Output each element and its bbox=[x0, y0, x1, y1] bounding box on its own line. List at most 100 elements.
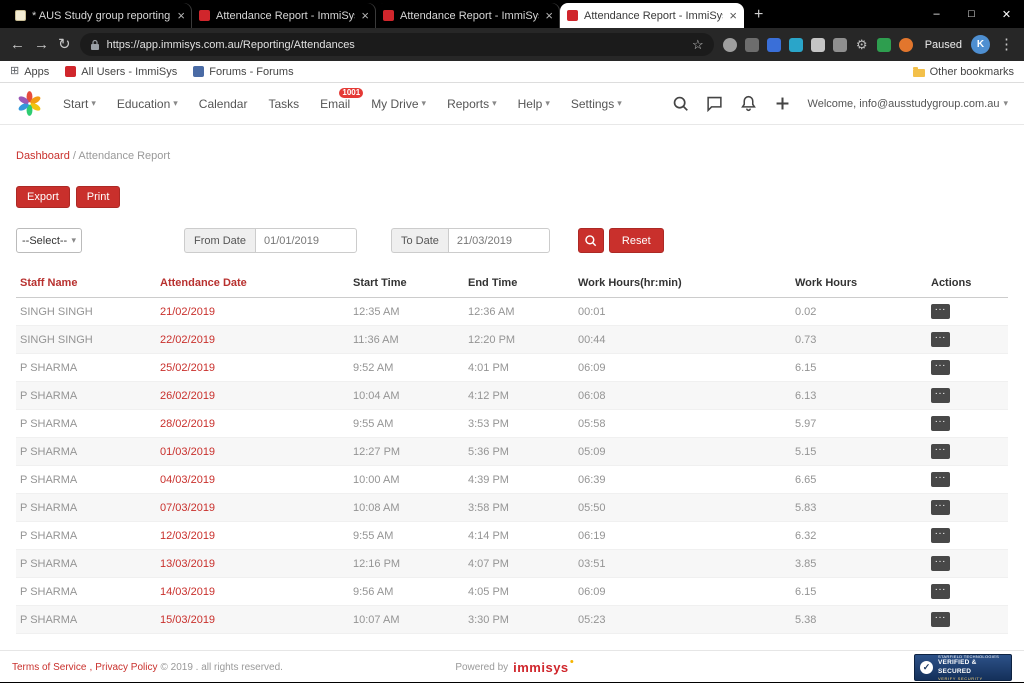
nav-item-label: Email bbox=[320, 97, 350, 111]
reload-icon[interactable]: ↻ bbox=[58, 37, 71, 52]
site-header: Start▾ Education▾ Calendar Tasks Email1001 My… bbox=[0, 83, 1024, 125]
browser-toolbar: ← → ↻ https://app.immisys.com.au/Reporti… bbox=[0, 28, 1024, 61]
nav-item-email[interactable]: Email1001 bbox=[320, 97, 350, 111]
kebab-menu-icon[interactable]: ⋮ bbox=[999, 37, 1014, 52]
cell-attendance-date[interactable]: 14/03/2019 bbox=[156, 578, 349, 606]
browser-window: * AUS Study group reporting tha...×Atten… bbox=[0, 0, 1024, 683]
cell-end-time: 4:01 PM bbox=[464, 354, 574, 382]
extension-icon[interactable] bbox=[745, 38, 759, 52]
row-actions-button[interactable]: ... bbox=[931, 584, 950, 599]
cell-attendance-date[interactable]: 13/03/2019 bbox=[156, 550, 349, 578]
other-bookmarks-label: Other bookmarks bbox=[930, 66, 1014, 78]
row-actions-button[interactable]: ... bbox=[931, 304, 950, 319]
extension-icon[interactable] bbox=[723, 38, 737, 52]
cell-attendance-date[interactable]: 22/02/2019 bbox=[156, 326, 349, 354]
browser-tab[interactable]: Attendance Report - ImmiSys× bbox=[376, 3, 560, 28]
cell-attendance-date[interactable]: 12/03/2019 bbox=[156, 522, 349, 550]
browser-tab[interactable]: Attendance Report - ImmiSys× bbox=[192, 3, 376, 28]
breadcrumb-dashboard-link[interactable]: Dashboard bbox=[16, 150, 70, 162]
apps-grid-icon: ⊞ bbox=[10, 66, 19, 77]
immisys-logo-icon[interactable] bbox=[16, 90, 43, 117]
bell-icon[interactable] bbox=[740, 95, 757, 112]
extension-icon[interactable] bbox=[811, 38, 825, 52]
nav-item-calendar[interactable]: Calendar bbox=[199, 97, 248, 111]
export-button[interactable]: Export bbox=[16, 186, 70, 208]
column-header-staff-name[interactable]: Staff Name bbox=[16, 271, 156, 298]
row-actions-button[interactable]: ... bbox=[931, 332, 950, 347]
tab-close-icon[interactable]: × bbox=[361, 8, 369, 23]
close-button[interactable]: ✕ bbox=[989, 0, 1024, 28]
chat-icon[interactable] bbox=[706, 95, 723, 112]
nav-item-education[interactable]: Education▾ bbox=[117, 97, 178, 111]
cell-staff-name: P SHARMA bbox=[16, 606, 156, 634]
new-tab-button[interactable]: + bbox=[754, 7, 763, 23]
browser-tab[interactable]: Attendance Report - ImmiSys× bbox=[560, 3, 744, 28]
cell-attendance-date[interactable]: 01/03/2019 bbox=[156, 438, 349, 466]
nav-item-my-drive[interactable]: My Drive▾ bbox=[371, 97, 426, 111]
staff-select[interactable]: --Select-- ▾ bbox=[16, 228, 82, 253]
print-button[interactable]: Print bbox=[76, 186, 121, 208]
back-icon[interactable]: ← bbox=[10, 37, 25, 52]
nav-item-reports[interactable]: Reports▾ bbox=[447, 97, 497, 111]
column-header-attendance-date[interactable]: Attendance Date bbox=[156, 271, 349, 298]
bookmark-item[interactable]: All Users - ImmiSys bbox=[65, 66, 177, 78]
url-text[interactable]: https://app.immisys.com.au/Reporting/Att… bbox=[107, 39, 685, 51]
table-row: P SHARMA07/03/201910:08 AM3:58 PM05:505.… bbox=[16, 494, 1008, 522]
nav-item-tasks[interactable]: Tasks bbox=[268, 97, 299, 111]
search-icon[interactable] bbox=[672, 95, 689, 112]
search-button[interactable] bbox=[578, 228, 604, 253]
cell-attendance-date[interactable]: 25/02/2019 bbox=[156, 354, 349, 382]
nav-item-settings[interactable]: Settings▾ bbox=[571, 97, 622, 111]
row-actions-button[interactable]: ... bbox=[931, 528, 950, 543]
maximize-button[interactable]: □ bbox=[954, 0, 989, 28]
extension-icon[interactable] bbox=[767, 38, 781, 52]
gear-extension-icon[interactable]: ⚙ bbox=[855, 38, 869, 52]
table-row: SINGH SINGH21/02/201912:35 AM12:36 AM00:… bbox=[16, 298, 1008, 326]
other-bookmarks-button[interactable]: Other bookmarks bbox=[913, 66, 1014, 78]
minimize-button[interactable]: – bbox=[919, 0, 954, 28]
extension-icon[interactable] bbox=[899, 38, 913, 52]
terms-link[interactable]: Terms of Service bbox=[12, 662, 86, 673]
account-menu[interactable]: Welcome, info@ausstudygroup.com.au ▾ bbox=[808, 98, 1008, 110]
nav-item-label: Tasks bbox=[268, 97, 299, 111]
row-actions-button[interactable]: ... bbox=[931, 472, 950, 487]
reset-button[interactable]: Reset bbox=[609, 228, 664, 253]
verified-secured-seal[interactable]: ✓ STARFIELD TECHNOLOGIES VERIFIED & SECU… bbox=[914, 654, 1012, 681]
lock-icon[interactable] bbox=[90, 39, 100, 51]
nav-item-help[interactable]: Help▾ bbox=[518, 97, 550, 111]
row-actions-button[interactable]: ... bbox=[931, 444, 950, 459]
cell-attendance-date[interactable]: 07/03/2019 bbox=[156, 494, 349, 522]
row-actions-button[interactable]: ... bbox=[931, 500, 950, 515]
row-actions-button[interactable]: ... bbox=[931, 360, 950, 375]
cell-attendance-date[interactable]: 04/03/2019 bbox=[156, 466, 349, 494]
cell-attendance-date[interactable]: 15/03/2019 bbox=[156, 606, 349, 634]
to-date-input[interactable] bbox=[448, 228, 550, 253]
nav-item-start[interactable]: Start▾ bbox=[63, 97, 96, 111]
tab-close-icon[interactable]: × bbox=[729, 8, 737, 23]
privacy-link[interactable]: Privacy Policy bbox=[95, 662, 157, 673]
cell-attendance-date[interactable]: 21/02/2019 bbox=[156, 298, 349, 326]
extension-icon[interactable] bbox=[833, 38, 847, 52]
plus-icon[interactable] bbox=[774, 95, 791, 112]
bookmark-item[interactable]: Forums - Forums bbox=[193, 66, 293, 78]
forward-icon[interactable]: → bbox=[34, 37, 49, 52]
cell-attendance-date[interactable]: 28/02/2019 bbox=[156, 410, 349, 438]
cell-end-time: 3:58 PM bbox=[464, 494, 574, 522]
column-header-start-time: Start Time bbox=[349, 271, 464, 298]
row-actions-button[interactable]: ... bbox=[931, 388, 950, 403]
cell-attendance-date[interactable]: 26/02/2019 bbox=[156, 382, 349, 410]
row-actions-button[interactable]: ... bbox=[931, 416, 950, 431]
browser-tab[interactable]: * AUS Study group reporting tha...× bbox=[8, 3, 192, 28]
tab-close-icon[interactable]: × bbox=[545, 8, 553, 23]
extension-icon[interactable] bbox=[877, 38, 891, 52]
extension-icon[interactable] bbox=[789, 38, 803, 52]
row-actions-button[interactable]: ... bbox=[931, 612, 950, 627]
bookmark-star-icon[interactable]: ☆ bbox=[692, 37, 704, 53]
seal-text: STARFIELD TECHNOLOGIES VERIFIED & SECURE… bbox=[938, 654, 1006, 680]
address-bar[interactable]: https://app.immisys.com.au/Reporting/Att… bbox=[80, 33, 714, 56]
bookmark-item[interactable]: ⊞Apps bbox=[10, 66, 49, 78]
row-actions-button[interactable]: ... bbox=[931, 556, 950, 571]
from-date-input[interactable] bbox=[255, 228, 357, 253]
tab-close-icon[interactable]: × bbox=[177, 8, 185, 23]
profile-avatar[interactable]: K bbox=[971, 35, 990, 54]
